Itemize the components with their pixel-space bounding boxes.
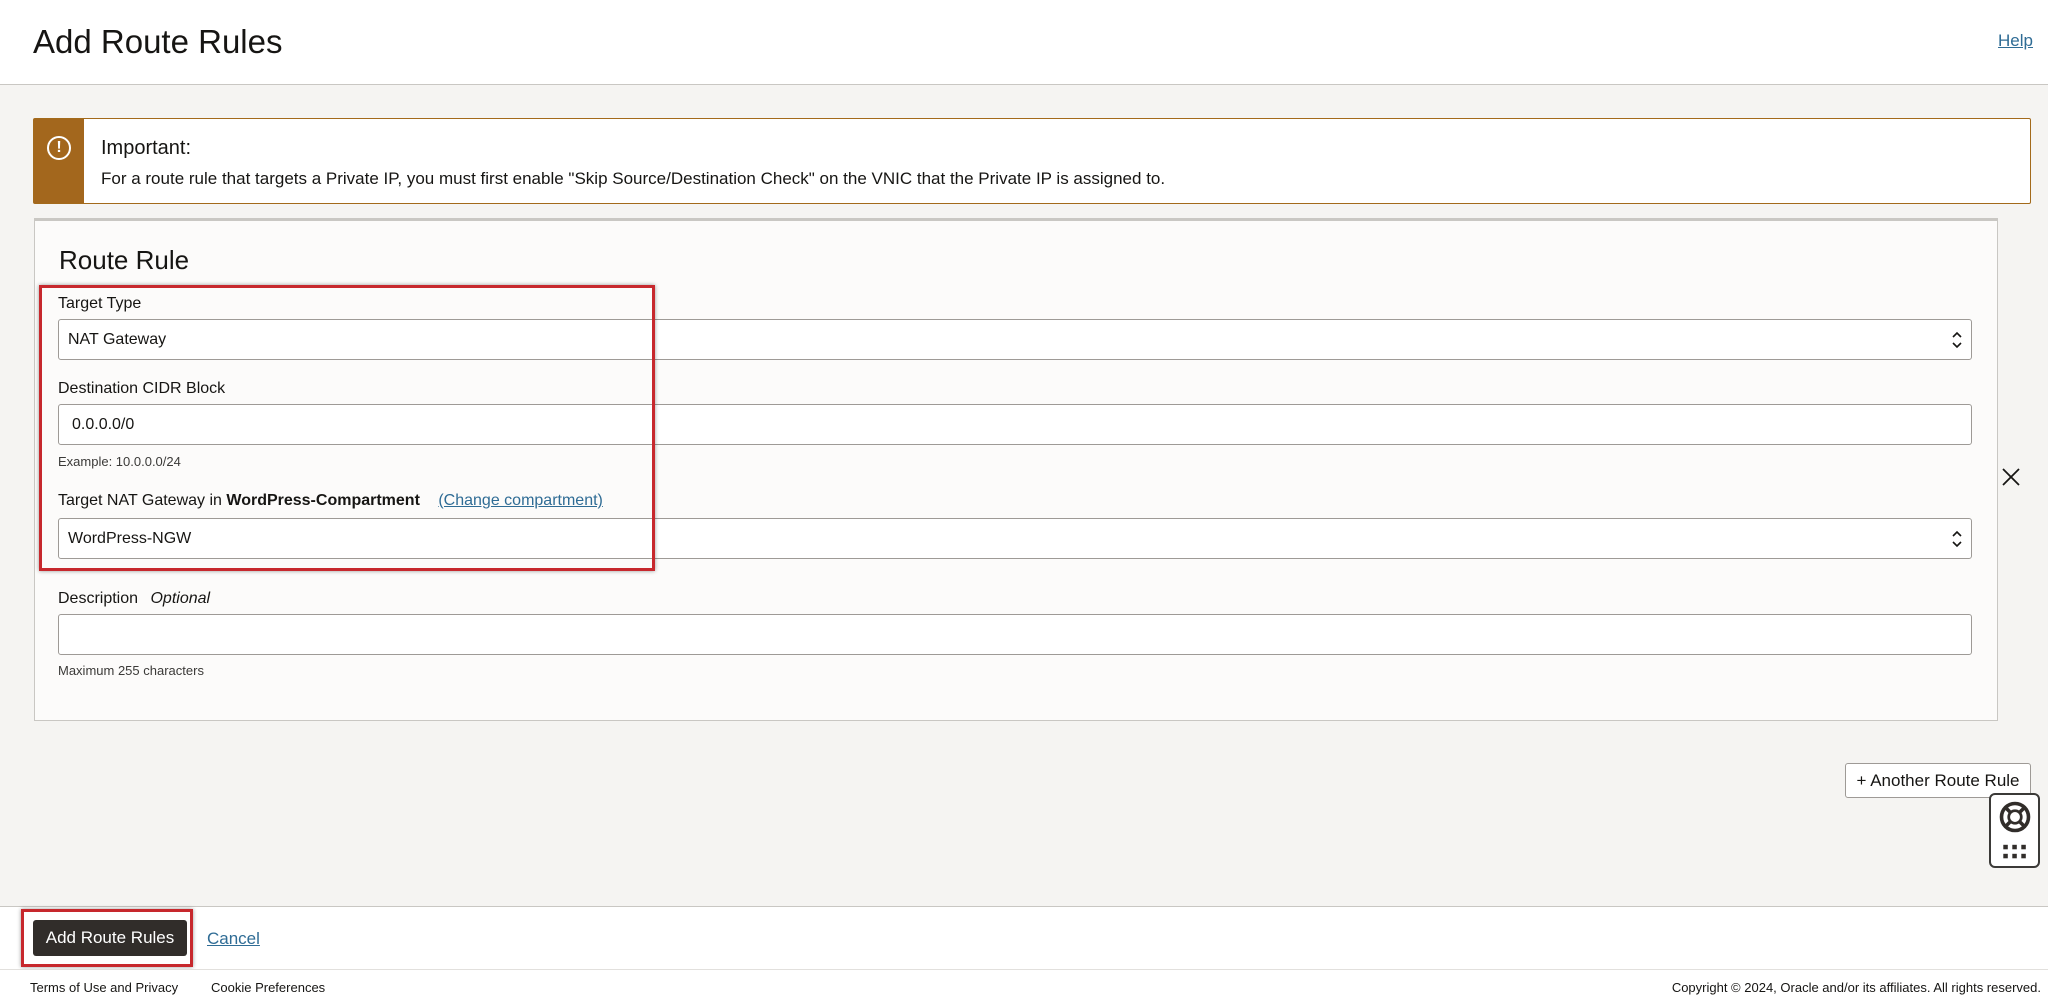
action-bar: Add Route Rules Cancel	[0, 906, 2048, 970]
target-gateway-value: WordPress-NGW	[68, 530, 192, 547]
cookie-preferences-link[interactable]: Cookie Preferences	[211, 980, 325, 995]
target-gateway-label: Target NAT Gateway in WordPress-Compartm…	[58, 492, 603, 510]
alert-title: Important:	[101, 137, 192, 159]
target-type-select[interactable]: NAT Gateway	[58, 319, 1972, 360]
description-hint: Maximum 255 characters	[58, 663, 204, 678]
add-route-rules-button[interactable]: Add Route Rules	[33, 920, 187, 956]
terms-link[interactable]: Terms of Use and Privacy	[30, 980, 178, 995]
alert-bar: !	[34, 119, 84, 203]
optional-label: Optional	[150, 590, 211, 607]
destination-cidr-hint: Example: 10.0.0.0/24	[58, 454, 181, 469]
change-compartment-link[interactable]: (Change compartment)	[438, 492, 603, 509]
select-arrows-icon	[1952, 530, 1962, 548]
close-icon[interactable]	[2000, 466, 2022, 488]
grid-icon[interactable]	[2001, 843, 2029, 861]
description-label-text: Description	[58, 590, 139, 607]
floating-help-widget[interactable]	[1989, 793, 2040, 868]
destination-cidr-input[interactable]: 0.0.0.0/0	[58, 404, 1972, 445]
compartment-name: WordPress-Compartment	[226, 492, 420, 509]
target-type-label: Target Type	[58, 295, 142, 312]
help-link[interactable]: Help	[1998, 31, 2033, 51]
page-title: Add Route Rules	[33, 23, 283, 60]
route-rule-title: Route Rule	[59, 245, 190, 275]
page-header: Add Route Rules Help	[0, 0, 2048, 85]
exclamation-circle-icon: !	[47, 136, 71, 160]
target-gateway-label-prefix: Target NAT Gateway in	[58, 492, 222, 509]
lifebuoy-icon[interactable]	[1997, 799, 2033, 835]
target-gateway-select[interactable]: WordPress-NGW	[58, 518, 1972, 559]
copyright-text: Copyright © 2024, Oracle and/or its affi…	[1671, 980, 2041, 995]
alert-text: For a route rule that targets a Private …	[101, 169, 1166, 188]
description-input[interactable]	[58, 614, 1972, 655]
select-arrows-icon	[1952, 331, 1962, 349]
important-alert: ! Important: For a route rule that targe…	[33, 118, 2031, 204]
target-type-value: NAT Gateway	[68, 331, 167, 348]
destination-cidr-label: Destination CIDR Block	[58, 380, 226, 397]
cancel-link[interactable]: Cancel	[207, 929, 260, 949]
destination-cidr-value: 0.0.0.0/0	[72, 416, 135, 433]
description-label: Description Optional	[58, 590, 210, 608]
page-footer: Terms of Use and Privacy Cookie Preferen…	[0, 969, 2048, 1008]
